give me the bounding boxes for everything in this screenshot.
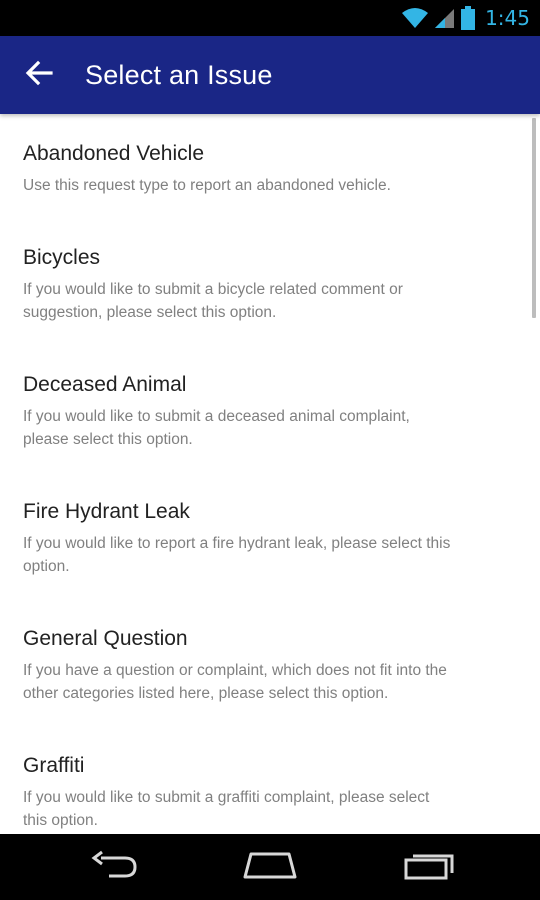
issue-description: If you would like to report a fire hydra… — [23, 532, 523, 578]
issue-description-line: If you would like to report a fire hydra… — [23, 535, 451, 552]
nav-back-button[interactable] — [82, 848, 146, 886]
issue-description: Use this request type to report an aband… — [23, 174, 523, 197]
issue-item-graffiti[interactable]: Graffiti If you would like to submit a g… — [0, 752, 530, 834]
page-title: Select an Issue — [85, 60, 273, 90]
issue-description-line: other categories listed here, please sel… — [23, 685, 389, 702]
issue-description: If you have a question or complaint, whi… — [23, 659, 523, 705]
issue-description: If you would like to submit a deceased a… — [23, 405, 523, 451]
issue-description: If you would like to submit a bicycle re… — [23, 278, 523, 324]
issue-item-fire-hydrant-leak[interactable]: Fire Hydrant Leak If you would like to r… — [0, 498, 530, 618]
issue-description-line: If you would like to submit a graffiti c… — [23, 789, 430, 806]
back-button[interactable] — [18, 56, 60, 94]
issue-title: Bicycles — [23, 246, 101, 269]
issue-description-line: option. — [23, 558, 70, 575]
status-icons: 1:45 — [401, 4, 530, 32]
issue-description-line: Use this request type to report an aband… — [23, 177, 391, 194]
issue-list: Abandoned Vehicle Use this request type … — [0, 114, 540, 834]
home-icon — [242, 850, 298, 885]
issue-title: Graffiti — [23, 754, 85, 777]
issue-description-line: If you would like to submit a deceased a… — [23, 408, 410, 425]
signal-icon — [435, 7, 455, 29]
issue-item-general-question[interactable]: General Question If you have a question … — [0, 625, 530, 745]
issue-description-line: If you have a question or complaint, whi… — [23, 662, 447, 679]
issue-item-abandoned-vehicle[interactable]: Abandoned Vehicle Use this request type … — [0, 140, 530, 240]
list-scrollbar[interactable] — [532, 118, 536, 318]
recents-icon — [404, 850, 456, 885]
issue-description-line: If you would like to submit a bicycle re… — [23, 281, 403, 298]
status-time: 1:45 — [485, 6, 530, 30]
issue-description-line: suggestion, please select this option. — [23, 304, 277, 321]
issue-item-bicycles[interactable]: Bicycles If you would like to submit a b… — [0, 244, 530, 364]
back-icon — [89, 850, 139, 885]
arrow-left-icon — [25, 60, 53, 91]
issue-description: If you would like to submit a graffiti c… — [23, 786, 523, 832]
nav-home-button[interactable] — [238, 848, 302, 886]
issue-item-deceased-animal[interactable]: Deceased Animal If you would like to sub… — [0, 371, 530, 491]
issue-title: General Question — [23, 627, 188, 650]
navigation-bar — [0, 834, 540, 900]
wifi-icon — [401, 7, 429, 29]
issue-title: Deceased Animal — [23, 373, 187, 396]
issue-title: Abandoned Vehicle — [23, 142, 204, 165]
app-bar: Select an Issue — [0, 36, 540, 114]
issue-description-line: this option. — [23, 812, 98, 829]
nav-recents-button[interactable] — [398, 848, 462, 886]
issue-description-line: please select this option. — [23, 431, 193, 448]
battery-icon — [461, 6, 476, 30]
status-bar: 1:45 — [0, 0, 540, 36]
issue-title: Fire Hydrant Leak — [23, 500, 190, 523]
